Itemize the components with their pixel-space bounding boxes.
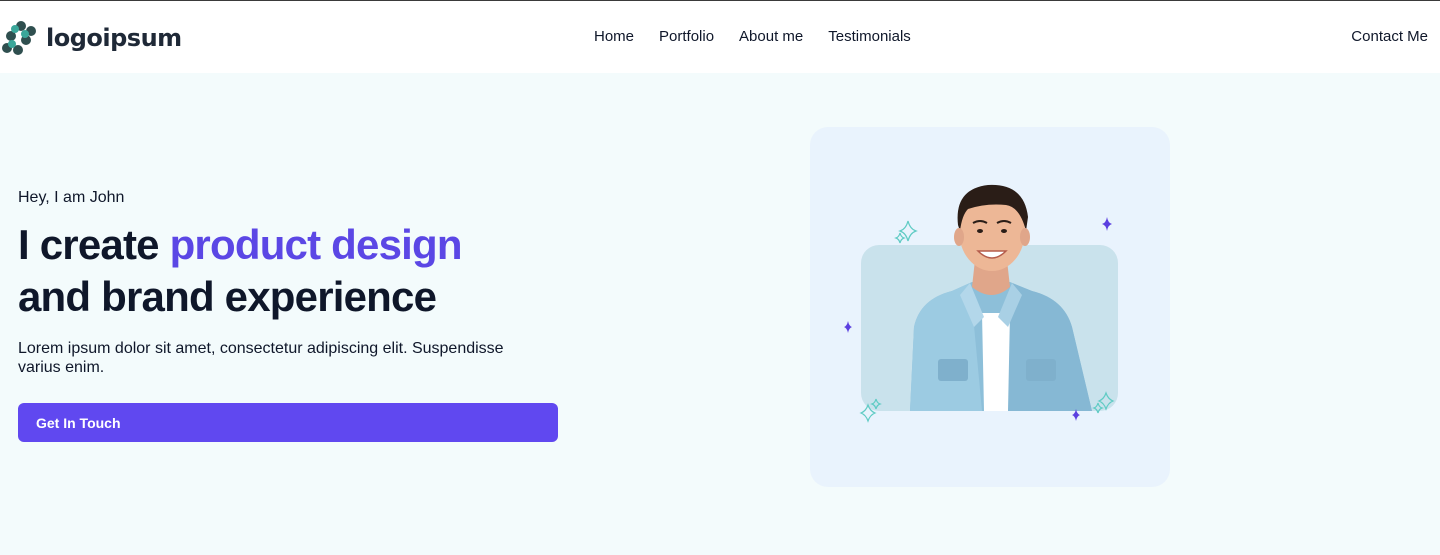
logo[interactable]: logoipsum (2, 21, 182, 55)
logo-mark-icon (2, 21, 36, 55)
main-nav: Home Portfolio About me Testimonials (594, 27, 936, 47)
nav-home[interactable]: Home (594, 27, 634, 47)
hero-greeting: Hey, I am John (18, 189, 125, 206)
headline-end: and brand experience (18, 273, 437, 320)
brand-name: logoipsum (46, 24, 182, 52)
profile-photo-card (810, 127, 1170, 487)
get-in-touch-button[interactable]: Get In Touch (18, 403, 558, 442)
navbar: logoipsum Home Portfolio About me Testim… (0, 1, 1440, 73)
profile-photo (844, 184, 1118, 423)
headline-start: I create (18, 221, 170, 268)
headline-accent: product design (169, 221, 463, 268)
hero-section: Hey, I am John I create product design a… (0, 73, 1440, 555)
nav-contact-me[interactable]: Contact Me (1351, 27, 1428, 47)
hero-headline: I create product design and brand experi… (18, 219, 578, 323)
nav-about-me[interactable]: About me (739, 27, 803, 47)
hero-description: Lorem ipsum dolor sit amet, consectetur … (18, 340, 504, 376)
nav-testimonials[interactable]: Testimonials (828, 27, 911, 47)
nav-portfolio[interactable]: Portfolio (659, 27, 714, 47)
